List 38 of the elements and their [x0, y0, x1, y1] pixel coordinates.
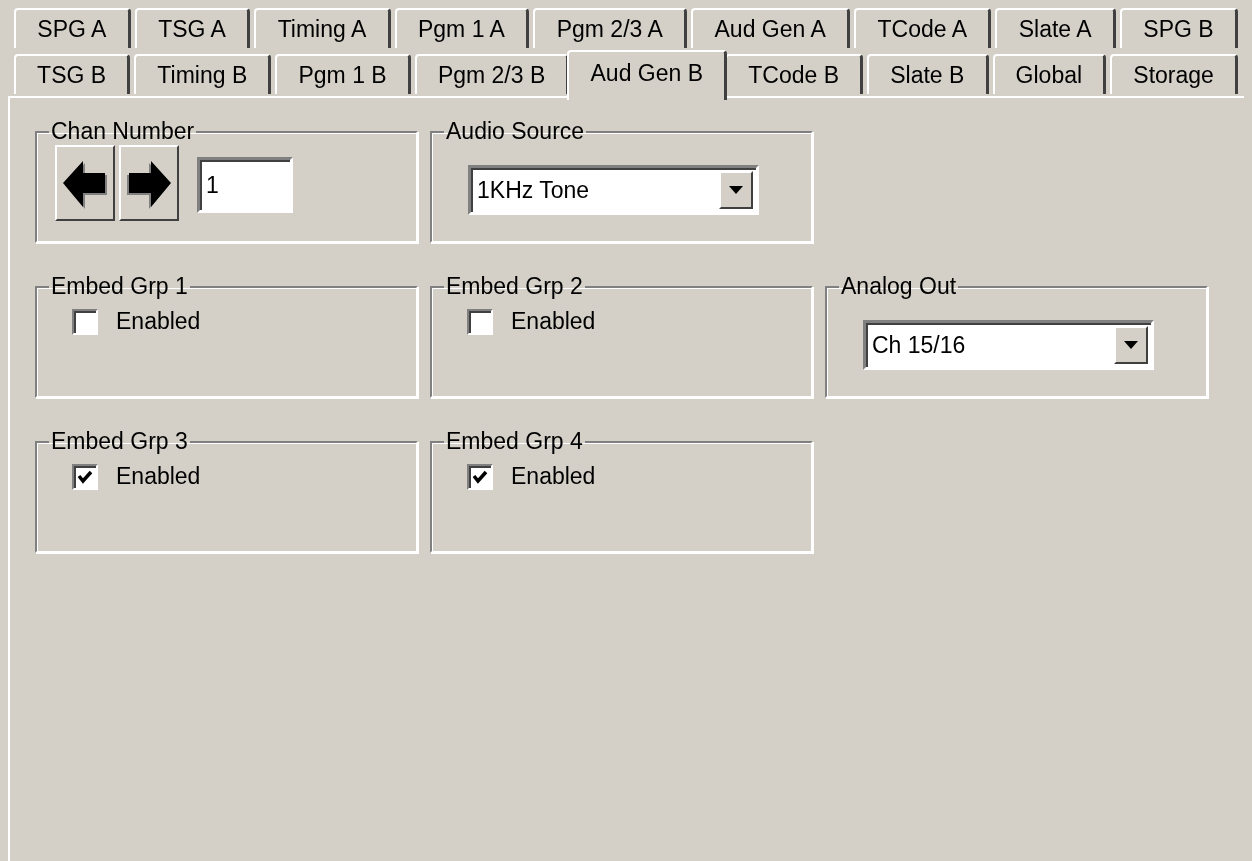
- tab[interactable]: Pgm 2/3 B: [414, 54, 570, 94]
- checkbox[interactable]: Enabled: [467, 463, 793, 490]
- group-title: Embed Grp 2: [445, 273, 584, 300]
- dropdown-arrow-icon: [729, 186, 743, 194]
- group-title: Chan Number: [50, 118, 196, 145]
- tab[interactable]: Storage: [1110, 54, 1238, 94]
- tab[interactable]: TSG A: [134, 8, 251, 48]
- group-title: Embed Grp 3: [50, 428, 189, 455]
- checkmark-icon: [77, 469, 93, 484]
- group-title: Audio Source: [445, 118, 586, 145]
- tab[interactable]: TSG B: [14, 54, 131, 94]
- tab[interactable]: Pgm 1 A: [394, 8, 530, 48]
- tab[interactable]: Aud Gen B: [567, 50, 728, 100]
- tab[interactable]: Global: [992, 54, 1107, 94]
- tab[interactable]: TCode B: [725, 54, 864, 94]
- group-title: Embed Grp 1: [50, 273, 189, 300]
- tab[interactable]: Slate B: [867, 54, 989, 94]
- dropdown[interactable]: Ch 15/16: [863, 320, 1154, 370]
- tab[interactable]: Timing B: [134, 54, 272, 94]
- channel-field[interactable]: 1: [197, 157, 293, 213]
- tab[interactable]: SPG B: [1120, 8, 1239, 48]
- group-title: Analog Out: [840, 273, 958, 300]
- tab[interactable]: Timing A: [254, 8, 391, 48]
- checkbox[interactable]: Enabled: [72, 463, 398, 490]
- checkbox[interactable]: Enabled: [467, 308, 793, 335]
- previous-button[interactable]: [55, 145, 115, 221]
- tab[interactable]: Pgm 2/3 A: [533, 8, 688, 48]
- next-button[interactable]: [119, 145, 179, 221]
- tab[interactable]: Slate A: [995, 8, 1116, 48]
- tab[interactable]: Pgm 1 B: [275, 54, 411, 94]
- tab[interactable]: Aud Gen A: [691, 8, 851, 48]
- checkbox[interactable]: Enabled: [72, 308, 398, 335]
- group-title: Embed Grp 4: [445, 428, 584, 455]
- dropdown-arrow-icon: [1124, 341, 1138, 349]
- checkmark-icon: [472, 469, 488, 484]
- tab[interactable]: SPG A: [14, 8, 131, 48]
- tab[interactable]: TCode A: [854, 8, 992, 48]
- dropdown[interactable]: 1KHz Tone: [468, 165, 759, 215]
